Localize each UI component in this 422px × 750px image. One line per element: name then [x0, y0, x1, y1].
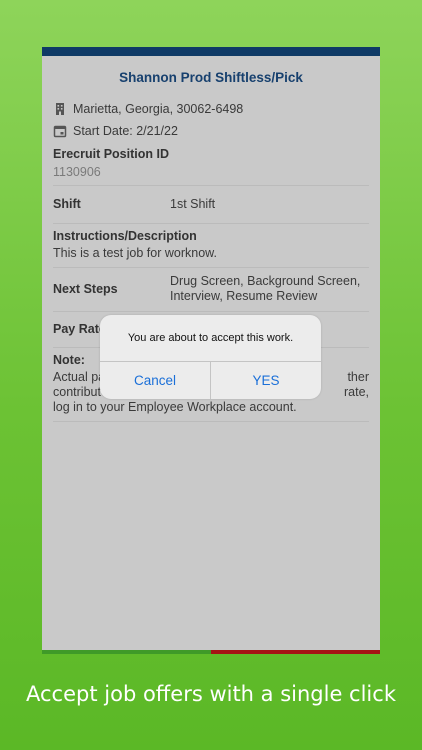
- pay-rate-label: Pay Rate: [53, 322, 106, 336]
- instructions-label: Instructions/Description: [53, 229, 197, 243]
- next-steps-field: Next Steps Drug Screen, Background Scree…: [53, 268, 369, 312]
- job-title: Shannon Prod Shiftless/Pick: [119, 70, 303, 85]
- next-steps-value: Drug Screen, Background Screen, Intervie…: [170, 274, 361, 303]
- note-line-1-left: Actual pa: [53, 370, 106, 384]
- shift-field: Shift 1st Shift: [53, 186, 369, 224]
- building-icon: [53, 102, 67, 116]
- position-id-label: Erecruit Position ID: [53, 147, 169, 161]
- note-line-3: log in to your Employee Workplace accoun…: [53, 400, 297, 414]
- header-bar: [42, 47, 380, 56]
- cancel-button[interactable]: Cancel: [100, 362, 211, 399]
- decline-bar[interactable]: [211, 650, 380, 654]
- promo-caption: Accept job offers with a single click: [26, 682, 396, 706]
- yes-button[interactable]: YES: [211, 362, 321, 399]
- dialog-buttons: Cancel YES: [100, 362, 321, 399]
- start-date-text: Start Date: 2/21/22: [73, 124, 178, 138]
- position-id-field: Erecruit Position ID 1130906: [53, 142, 369, 186]
- confirm-dialog: You are about to accept this work. Cance…: [100, 315, 321, 399]
- next-steps-label: Next Steps: [53, 282, 118, 296]
- position-id-value: 1130906: [53, 165, 101, 179]
- note-line-1-right: ther: [347, 370, 369, 384]
- calendar-icon: [53, 124, 67, 138]
- instructions-field: Instructions/Description This is a test …: [53, 224, 369, 268]
- note-line-2-left: contribut: [53, 385, 101, 399]
- accept-bar[interactable]: [42, 650, 211, 654]
- start-date-row: Start Date: 2/21/22: [53, 120, 369, 142]
- shift-label: Shift: [53, 197, 81, 211]
- shift-value: 1st Shift: [170, 196, 216, 211]
- location-text: Marietta, Georgia, 30062-6498: [73, 102, 244, 116]
- location-row: Marietta, Georgia, 30062-6498: [53, 98, 369, 120]
- bottom-action-bars: [42, 650, 380, 654]
- instructions-value: This is a test job for worknow.: [53, 246, 217, 260]
- note-line-2-right: rate,: [343, 385, 369, 399]
- dialog-message: You are about to accept this work.: [100, 315, 321, 362]
